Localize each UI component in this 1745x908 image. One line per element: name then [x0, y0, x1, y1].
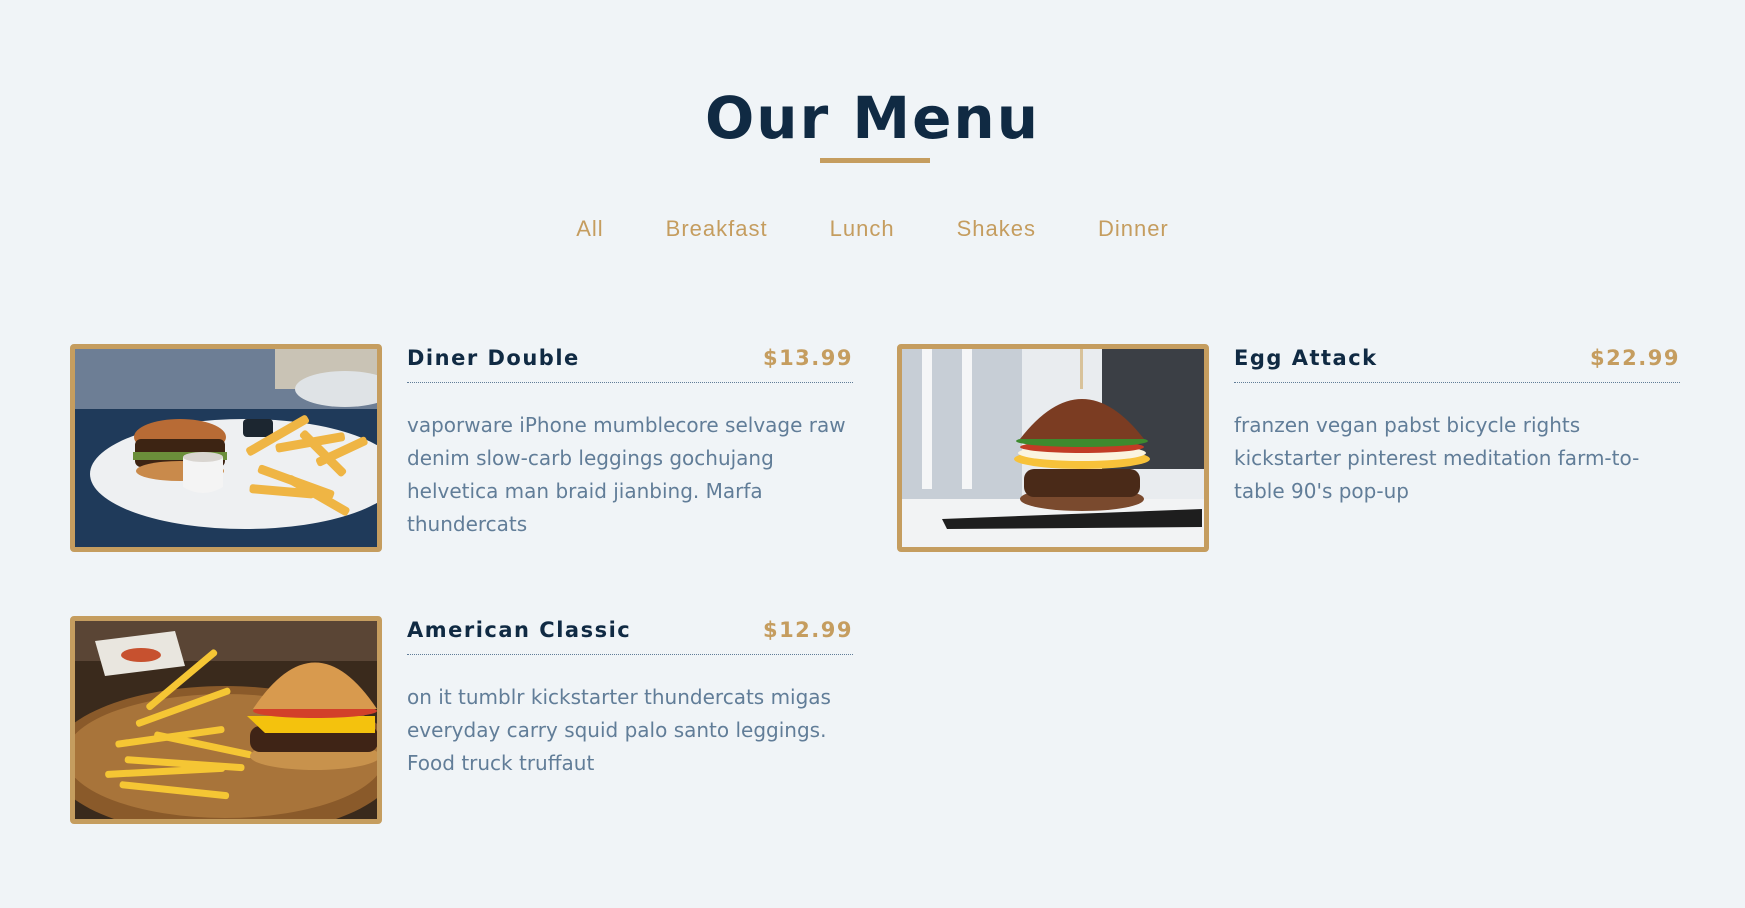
filter-dinner-button[interactable]: Dinner [1095, 214, 1172, 244]
menu-item-info: Egg Attack $22.99 franzen vegan pabst bi… [1234, 344, 1680, 528]
filter-shakes-button[interactable]: Shakes [954, 214, 1039, 244]
menu-item-name: American Classic [407, 618, 632, 642]
menu-item: Egg Attack $22.99 franzen vegan pabst bi… [897, 344, 1682, 552]
menu-item-name: Diner Double [407, 346, 580, 370]
filter-all-button[interactable]: All [573, 214, 606, 244]
category-filter-bar: All Breakfast Lunch Shakes Dinner [0, 214, 1745, 244]
menu-item-description: vaporware iPhone mumblecore selvage raw … [407, 413, 846, 536]
menu-item-photo [897, 344, 1209, 552]
egg-burger-image [902, 349, 1204, 547]
filter-breakfast-button[interactable]: Breakfast [663, 214, 771, 244]
menu-item-photo [70, 344, 382, 552]
menu-item: American Classic $12.99 on it tumblr kic… [70, 616, 855, 824]
menu-item-description: on it tumblr kickstarter thundercats mig… [407, 685, 831, 775]
menu-page: Our Menu All Breakfast Lunch Shakes Dinn… [0, 0, 1745, 908]
menu-item: Diner Double $13.99 vaporware iPhone mum… [70, 344, 855, 552]
title-underline [820, 158, 930, 163]
menu-item-price: $22.99 [1589, 346, 1680, 370]
cheeseburger-and-fries-image [75, 621, 377, 819]
menu-item-photo [70, 616, 382, 824]
menu-item-price: $12.99 [762, 618, 853, 642]
menu-item-header: Diner Double $13.99 [407, 344, 853, 383]
menu-item-price: $13.99 [762, 346, 853, 370]
menu-item-header: American Classic $12.99 [407, 616, 853, 655]
page-title: Our Menu [704, 84, 1041, 152]
menu-item-info: American Classic $12.99 on it tumblr kic… [407, 616, 853, 800]
menu-item-header: Egg Attack $22.99 [1234, 344, 1680, 383]
menu-item-info: Diner Double $13.99 vaporware iPhone mum… [407, 344, 853, 561]
filter-lunch-button[interactable]: Lunch [827, 214, 898, 244]
burger-and-fries-plate-image [75, 349, 377, 547]
menu-item-description: franzen vegan pabst bicycle rights kicks… [1234, 413, 1640, 503]
menu-item-name: Egg Attack [1234, 346, 1378, 370]
